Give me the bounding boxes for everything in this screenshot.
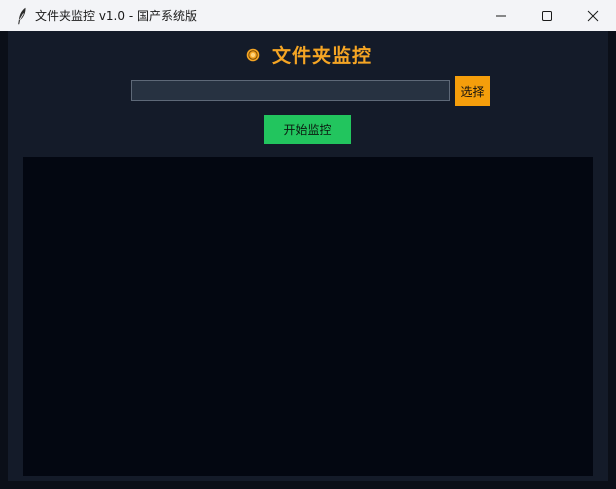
folder-path-input[interactable] xyxy=(131,80,450,101)
title-bar[interactable]: 文件夹监控 v1.0 - 国产系统版 xyxy=(0,0,616,31)
maximize-icon xyxy=(542,10,552,21)
maximize-button[interactable] xyxy=(524,0,570,31)
app-window: 文件夹监控 v1.0 - 国产系统版 文件夹监控 选择 开始监控 xyxy=(0,0,616,489)
select-folder-button-label: 选择 xyxy=(460,84,485,99)
start-monitoring-button-label: 开始监控 xyxy=(283,123,332,137)
close-icon xyxy=(587,10,599,21)
start-monitoring-button[interactable]: 开始监控 xyxy=(264,115,351,144)
select-folder-button[interactable]: 选择 xyxy=(455,76,490,106)
minimize-button[interactable] xyxy=(478,0,524,31)
feather-icon xyxy=(15,7,29,25)
window-controls xyxy=(478,0,616,31)
header: 文件夹监控 xyxy=(8,41,608,67)
page-title: 文件夹监控 xyxy=(271,44,372,67)
main-panel: 文件夹监控 选择 开始监控 xyxy=(8,31,608,481)
minimize-icon xyxy=(496,15,506,16)
window-title: 文件夹监控 v1.0 - 国产系统版 xyxy=(35,9,197,23)
orange-circle-icon xyxy=(246,47,260,62)
close-button[interactable] xyxy=(570,0,616,31)
log-output[interactable] xyxy=(23,157,593,476)
